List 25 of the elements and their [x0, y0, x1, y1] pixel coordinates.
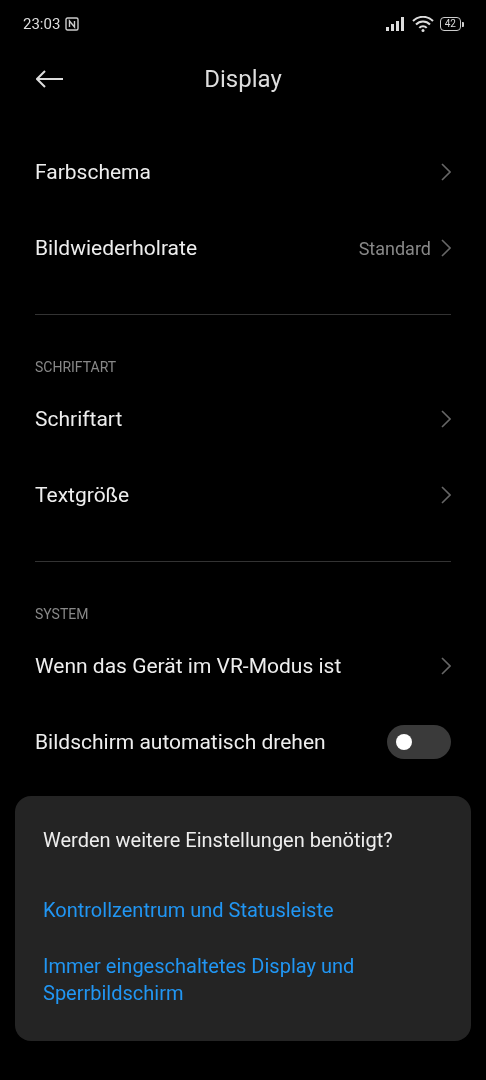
back-arrow-icon[interactable] [36, 70, 64, 88]
settings-link[interactable]: Kontrollzentrum und Statusleiste [43, 897, 334, 924]
wifi-icon [411, 16, 434, 32]
page-title: Display [204, 65, 282, 93]
setting-label[interactable]: Farbschema [35, 160, 151, 184]
setting-label: Bildschirm automatisch drehen [35, 730, 326, 754]
section-header: SCHRIFTART [35, 358, 117, 377]
chevron-icon [441, 410, 451, 428]
chevron-icon [441, 163, 451, 181]
chevron-icon [441, 486, 451, 504]
toggle-switch[interactable] [387, 725, 451, 759]
chevron-icon [441, 657, 451, 675]
battery-icon: 42 [439, 17, 464, 31]
signal-icon [385, 17, 406, 31]
section-header: SYSTEM [35, 605, 89, 624]
setting-value: Standard [358, 237, 431, 259]
setting-label[interactable]: Textgröße [35, 483, 130, 507]
nfc-icon [65, 17, 80, 31]
setting-label[interactable]: Bildwiederholrate [35, 236, 198, 260]
chevron-icon [441, 239, 451, 257]
settings-link[interactable]: Immer eingeschaltetes Display und Sperrbildschirm [43, 953, 443, 1007]
setting-label[interactable]: Wenn das Gerät im VR-Modus ist [35, 654, 342, 678]
status-time: 23:03 [23, 15, 61, 33]
setting-label[interactable]: Schriftart [35, 407, 123, 431]
card-question: Werden weitere Einstellungen benötigt? [43, 827, 394, 854]
